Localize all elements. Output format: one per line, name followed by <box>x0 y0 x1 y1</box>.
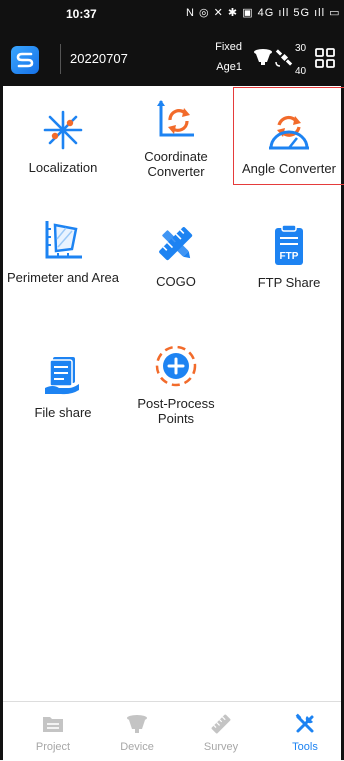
nav-device[interactable]: Device <box>95 702 179 753</box>
tool-cogo[interactable]: COGO <box>120 221 232 289</box>
file-share-icon <box>40 352 86 398</box>
header-divider <box>60 44 61 74</box>
tool-file-share[interactable]: File share <box>7 352 119 420</box>
tool-ftp-share[interactable]: FTP FTP Share <box>233 222 344 290</box>
tool-label: Post-Process Points <box>137 396 215 426</box>
angle-converter-icon <box>266 108 312 154</box>
tool-perimeter-area[interactable]: Perimeter and Area <box>7 217 119 285</box>
receiver-icon <box>125 712 149 736</box>
satellites-used: 40 <box>295 66 307 77</box>
tool-label: Localization <box>28 160 98 175</box>
nav-label: Tools <box>292 741 318 753</box>
app-screen: 10:37 N ◎ ✕ ✱ ▣ 4G ıll 5G ıll ▭ 20220707… <box>0 0 344 761</box>
coordinate-converter-icon <box>153 96 199 142</box>
app-logo[interactable] <box>11 46 39 74</box>
solution-status: Fixed <box>215 41 242 53</box>
tool-label: Perimeter and Area <box>7 270 120 285</box>
tool-label: COGO <box>156 274 196 289</box>
localization-icon <box>40 107 86 153</box>
gnss-receiver-icon[interactable] <box>253 48 273 66</box>
status-icons: N ◎ ✕ ✱ ▣ 4G ıll 5G ıll ▭ <box>186 7 341 19</box>
bottom-navigation: Project Device Survey Tools <box>3 701 341 761</box>
tools-icon <box>293 712 317 736</box>
top-bar: 10:37 N ◎ ✕ ✱ ▣ 4G ıll 5G ıll ▭ 20220707… <box>3 0 341 86</box>
nav-label: Survey <box>203 741 239 753</box>
ftp-share-icon: FTP <box>266 222 312 268</box>
grid-menu-icon[interactable] <box>315 48 335 68</box>
nav-label: Project <box>35 741 71 753</box>
diff-age: Age1 <box>216 61 242 73</box>
nav-tools[interactable]: Tools <box>263 702 344 753</box>
post-process-points-icon <box>153 343 199 389</box>
nav-label: Device <box>120 741 154 753</box>
tool-post-process-points[interactable]: Post-Process Points <box>120 343 232 426</box>
cogo-icon <box>153 221 199 267</box>
project-name[interactable]: 20220707 <box>70 51 128 66</box>
nav-project[interactable]: Project <box>11 702 95 753</box>
survey-ruler-icon <box>209 712 233 736</box>
satellite-icon[interactable] <box>274 48 294 68</box>
tool-angle-converter[interactable]: Angle Converter <box>233 108 344 176</box>
satellites-visible: 30 <box>295 43 307 54</box>
tool-label: FTP Share <box>257 275 321 290</box>
tool-localization[interactable]: Localization <box>7 107 119 175</box>
folder-icon <box>41 712 65 736</box>
status-time: 10:37 <box>66 7 97 21</box>
ftp-badge-text: FTP <box>280 251 299 262</box>
logo-mark-icon <box>16 52 34 68</box>
tool-label: Coordinate Converter <box>144 149 208 179</box>
tool-label: Angle Converter <box>242 161 336 176</box>
tool-label: File share <box>34 405 92 420</box>
perimeter-area-icon <box>40 217 86 263</box>
tool-coordinate-converter[interactable]: Coordinate Converter <box>120 96 232 179</box>
nav-survey[interactable]: Survey <box>179 702 263 753</box>
